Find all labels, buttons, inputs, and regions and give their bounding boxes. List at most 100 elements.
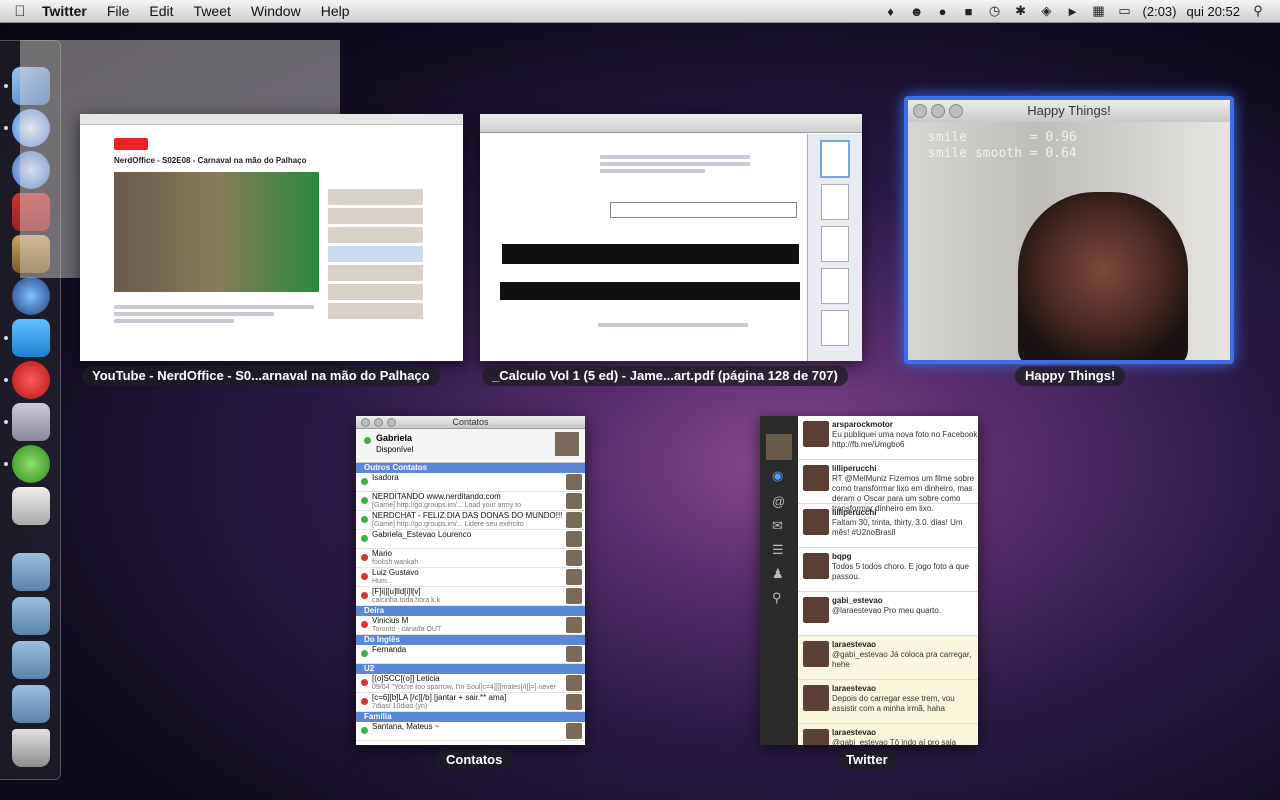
contact-row[interactable]: Vinicius M Toronto - canada OUT	[356, 616, 585, 635]
time-machine-icon[interactable]: ◷	[987, 3, 1003, 19]
contact-row[interactable]: NERDITANDO www.nerditando.com [Game] http…	[356, 492, 585, 511]
app-menu-twitter[interactable]: Twitter	[40, 3, 97, 19]
adium-icon[interactable]	[12, 445, 50, 483]
related-item[interactable]	[328, 227, 423, 243]
evernote-icon[interactable]: ■	[961, 4, 977, 19]
spotlight-search-icon[interactable]: ⚲	[1250, 3, 1266, 19]
happy-things-window-thumbnail[interactable]: Happy Things! smile = 0.96 smile smooth …	[904, 96, 1234, 364]
zoom-button[interactable]	[387, 418, 396, 427]
lastfm-icon[interactable]: ●	[935, 4, 951, 19]
tweet-avatar[interactable]	[803, 641, 829, 667]
tweet-item[interactable]: laraestevao @gabi_estevao Já coloca pra c…	[798, 636, 978, 680]
mentions-icon[interactable]: @	[772, 494, 785, 509]
contact-row[interactable]: Isadora	[356, 473, 585, 492]
downloads-folder-icon[interactable]	[12, 641, 50, 679]
tweet-avatar[interactable]	[803, 509, 829, 535]
tweet-item[interactable]: laraestevao Depois do carregar esse trem,…	[798, 680, 978, 724]
tweet-username[interactable]: gabi_estevao	[832, 592, 978, 606]
applications-folder-icon[interactable]	[12, 553, 50, 591]
contact-row[interactable]: Luiz Gustavo Hum...	[356, 568, 585, 587]
contact-row[interactable]: Gabriela_Estevao Lourenco	[356, 530, 585, 549]
tweet-username[interactable]: arsparockmotor	[832, 416, 978, 430]
utilities-folder-icon[interactable]	[12, 685, 50, 723]
preview-icon[interactable]	[12, 403, 50, 441]
twitter-bird-icon[interactable]: ♦	[883, 4, 899, 19]
tweet-item[interactable]: lilliperucchi Faltam 30, trinta, thirty, …	[798, 504, 978, 548]
contact-row[interactable]: [(o]SCC[(o]] Leticia 09/04 "You're too sp…	[356, 674, 585, 693]
contact-group-header[interactable]: Do Inglês	[356, 635, 585, 645]
youtube-window-thumbnail[interactable]: NerdOffice - S02E08 - Carnaval na mão do…	[80, 114, 463, 361]
battery-icon[interactable]: ▭	[1117, 3, 1133, 19]
tweet-username[interactable]: laraestevao	[832, 636, 978, 650]
account-avatar[interactable]	[766, 434, 792, 460]
tweet-item[interactable]: lilliperucchi RT @MelMuniz Fizemos um fil…	[798, 460, 978, 513]
minimize-button[interactable]	[374, 418, 383, 427]
tweet-avatar[interactable]	[803, 729, 829, 745]
contact-group-header[interactable]: U2	[356, 664, 585, 674]
twitter-app-icon[interactable]	[12, 319, 50, 357]
volume-icon[interactable]: ►	[1065, 4, 1081, 19]
contact-row[interactable]: NERDCHAT - FELIZ DIA DAS DONAS DO MUNDO!…	[356, 511, 585, 530]
minimize-button[interactable]	[931, 104, 945, 118]
status-selector[interactable]: Disponível	[376, 445, 413, 454]
related-item[interactable]	[328, 284, 423, 300]
related-item[interactable]	[328, 265, 423, 281]
tweet-username[interactable]: laraestevao	[832, 724, 978, 738]
video-player[interactable]	[114, 172, 319, 292]
textedit-icon[interactable]	[12, 487, 50, 525]
messages-icon[interactable]: ✉	[772, 518, 783, 534]
pdf-window-thumbnail[interactable]	[480, 114, 862, 361]
time-machine-icon[interactable]	[12, 277, 50, 315]
close-button[interactable]	[913, 104, 927, 118]
timeline-icon[interactable]: ◉	[772, 468, 783, 484]
tweet-item[interactable]: bqpg Todos 5 todos choro. E jogo foto a q…	[798, 548, 978, 592]
contact-row[interactable]: Santana, Mateus ~	[356, 722, 585, 741]
tweet-avatar[interactable]	[803, 553, 829, 579]
tweet-item[interactable]: arsparockmotor Eu publiquei uma nova foto…	[798, 416, 978, 460]
menu-tweet[interactable]: Tweet	[184, 3, 241, 19]
menu-window[interactable]: Window	[241, 3, 311, 19]
calendar-icon[interactable]: ▦	[1091, 3, 1107, 19]
trash-icon[interactable]	[12, 729, 50, 767]
close-button[interactable]	[361, 418, 370, 427]
contacts-window-thumbnail[interactable]: Contatos Gabriela Disponível Outros Cont…	[356, 416, 585, 745]
twitter-window-thumbnail[interactable]: ◉ @ ✉ ☰ ♟ ⚲ arsparockmotor Eu publiquei u…	[760, 416, 978, 745]
pdf-sidebar-thumbnails[interactable]	[807, 134, 862, 361]
bluetooth-icon[interactable]: ✱	[1013, 3, 1029, 19]
profile-icon[interactable]: ♟	[772, 566, 784, 582]
menu-help[interactable]: Help	[311, 3, 360, 19]
related-item[interactable]	[328, 303, 423, 319]
menu-edit[interactable]: Edit	[139, 3, 183, 19]
contact-group-header[interactable]: Familia	[356, 712, 585, 722]
related-item[interactable]	[328, 246, 423, 262]
zoom-button[interactable]	[949, 104, 963, 118]
tweet-item[interactable]: laraestevao @gabi_estevao Tô indo aí pro …	[798, 724, 978, 745]
menu-file[interactable]: File	[97, 3, 140, 19]
tweet-username[interactable]: laraestevao	[832, 680, 978, 694]
documents-folder-icon[interactable]	[12, 597, 50, 635]
related-item[interactable]	[328, 189, 423, 205]
tweet-avatar[interactable]	[803, 421, 829, 447]
lists-icon[interactable]: ☰	[772, 542, 784, 558]
adium-duck-icon[interactable]: ☻	[909, 4, 925, 19]
search-icon[interactable]: ⚲	[772, 590, 782, 606]
contact-row[interactable]: [F]i||[u]lld[i]l[v] calcinha toda hora k.…	[356, 587, 585, 606]
account-avatar[interactable]	[555, 432, 579, 456]
contact-group-header[interactable]: Outros Contatos	[356, 463, 585, 473]
lastfm-app-icon[interactable]	[12, 361, 50, 399]
related-item[interactable]	[328, 208, 423, 224]
tweet-avatar[interactable]	[803, 685, 829, 711]
tweet-username[interactable]: lilliperucchi	[832, 460, 978, 474]
wifi-icon[interactable]: ◈	[1039, 3, 1055, 19]
tweet-avatar[interactable]	[803, 465, 829, 491]
tweet-item[interactable]: gabi_estevao @laraestevao Pro meu quarto.	[798, 592, 978, 636]
tweet-username[interactable]: bqpg	[832, 548, 978, 562]
contact-row[interactable]: [c=6][b]LA [/c][/b] [jantar + sair.** am…	[356, 693, 585, 712]
clock[interactable]: qui 20:52	[1187, 4, 1241, 19]
contact-row[interactable]: Fernanda	[356, 645, 585, 664]
contact-group-header[interactable]: Deira	[356, 606, 585, 616]
tweet-username[interactable]: lilliperucchi	[832, 504, 978, 518]
apple-menu-icon[interactable]: 	[0, 3, 40, 20]
tweet-avatar[interactable]	[803, 597, 829, 623]
contact-row[interactable]: Mario foolish wankah	[356, 549, 585, 568]
